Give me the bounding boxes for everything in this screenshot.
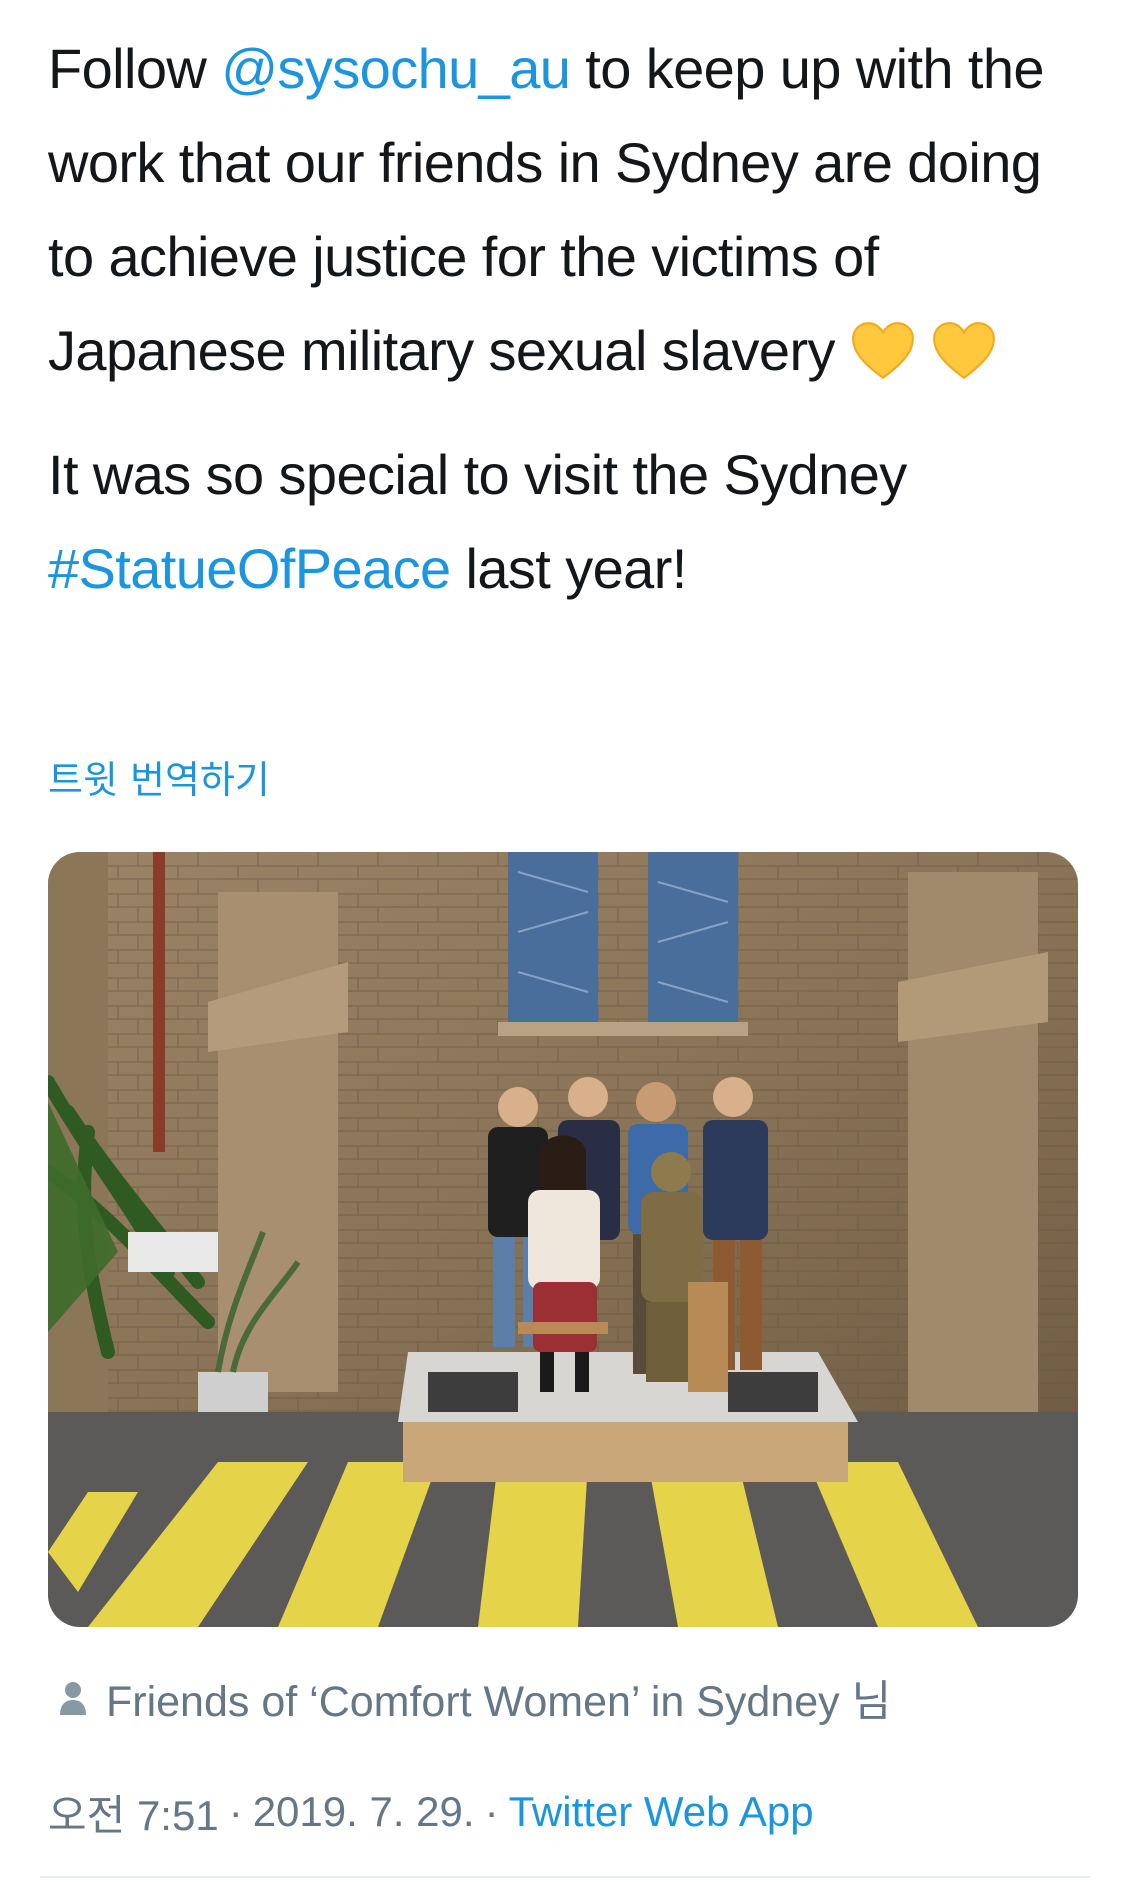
tweet-date[interactable]: 2019. 7. 29. (253, 1788, 475, 1836)
hashtag-link[interactable]: #StatueOfPeace (48, 537, 451, 600)
tweet-source-link[interactable]: Twitter Web App (509, 1788, 814, 1836)
photo-image (48, 852, 1078, 1627)
text-segment: It was so special to visit the Sydney (48, 443, 907, 506)
tweet-meta: 오전 7:51 · 2019. 7. 29. · Twitter Web App (48, 1782, 814, 1842)
yellow-heart-icon (851, 322, 914, 380)
tweet-paragraph-1: Follow @sysochu_au to keep up with the w… (48, 22, 1088, 398)
mention-link[interactable]: @sysochu_au (221, 37, 571, 100)
meta-separator: · (228, 1788, 243, 1835)
tweet-time[interactable]: 오전 7:51 (48, 1782, 219, 1843)
tweet-paragraph-2: It was so special to visit the Sydney #S… (48, 428, 1088, 616)
yellow-heart-icon (932, 322, 995, 380)
meta-separator: · (484, 1788, 499, 1835)
tweet-photo[interactable] (48, 852, 1078, 1627)
tagged-users[interactable]: Friends of ‘Comfort Women’ in Sydney 님 (58, 1668, 891, 1728)
tagged-users-label: Friends of ‘Comfort Women’ in Sydney 님 (106, 1678, 892, 1726)
divider (40, 1876, 1090, 1878)
person-icon (60, 1682, 86, 1715)
text-segment: Follow (48, 37, 222, 100)
translate-tweet-link[interactable]: 트윗 번역하기 (48, 752, 270, 808)
text-segment: last year! (450, 537, 688, 600)
tweet-text: Follow @sysochu_au to keep up with the w… (48, 22, 1088, 616)
